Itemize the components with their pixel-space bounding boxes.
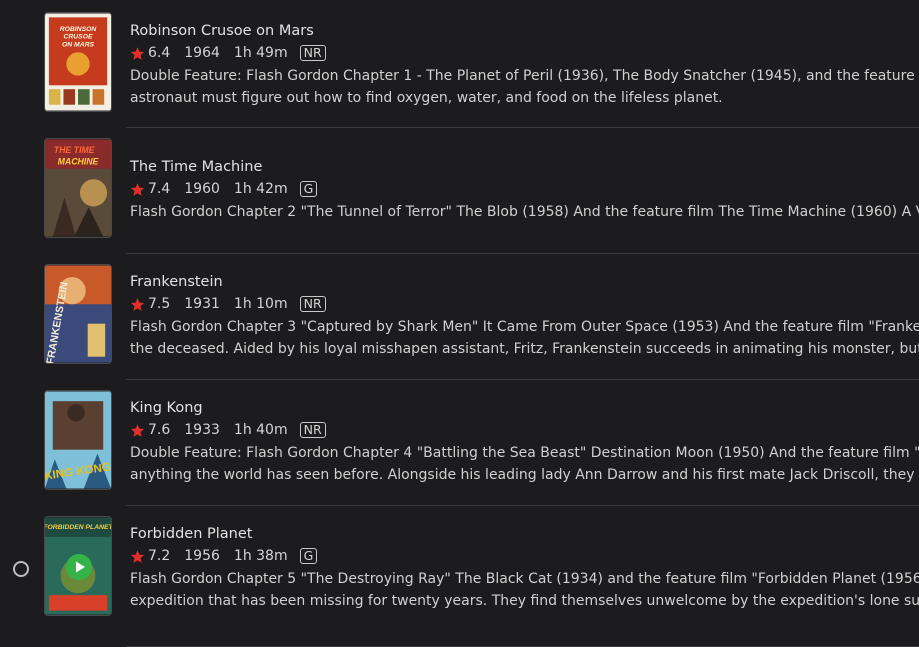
- movie-meta: 6.4 1964 1h 49m NR: [130, 44, 919, 62]
- movie-info: Frankenstein 7.5 1931 1h 10m NR Flash Go…: [130, 264, 919, 360]
- content-rating-badge: NR: [299, 296, 326, 312]
- poster-art: KING KONG: [45, 391, 111, 489]
- star-icon: [130, 549, 145, 563]
- movie-description-line: anything the world has seen before. Alon…: [130, 467, 919, 483]
- svg-text:MACHINE: MACHINE: [58, 157, 100, 167]
- movie-runtime: 1h 10m: [233, 296, 288, 312]
- star-icon: [130, 297, 145, 311]
- svg-text:ON MARS: ON MARS: [62, 41, 94, 48]
- movie-score: 7.4: [148, 181, 171, 197]
- star-icon: [130, 423, 145, 437]
- svg-text:FORBIDDEN PLANET: FORBIDDEN PLANET: [45, 524, 111, 531]
- svg-text:THE TIME: THE TIME: [54, 145, 96, 155]
- poster-art: THE TIME MACHINE: [45, 139, 111, 237]
- movie-title[interactable]: The Time Machine: [130, 158, 919, 176]
- movie-row[interactable]: ROBINSON CRUSOE ON MARS Robinson Crusoe …: [0, 12, 919, 138]
- movie-poster[interactable]: ROBINSON CRUSOE ON MARS: [44, 12, 112, 112]
- content-rating-badge: NR: [299, 45, 326, 61]
- movie-description-line: Flash Gordon Chapter 5 "The Destroying R…: [130, 571, 919, 587]
- movie-info: King Kong 7.6 1933 1h 40m NR Double Feat…: [130, 390, 919, 486]
- movie-poster[interactable]: KING KONG: [44, 390, 112, 490]
- content-rating-badge: G: [299, 548, 318, 564]
- movie-description-line: the deceased. Aided by his loyal misshap…: [130, 341, 919, 357]
- movie-row[interactable]: FORBIDDEN PLANET Forbidden Planet 7.2 19…: [0, 516, 919, 647]
- movie-row[interactable]: KING KONG King Kong 7.6 1933 1h 40m NR D…: [0, 390, 919, 516]
- movie-meta: 7.5 1931 1h 10m NR: [130, 295, 919, 313]
- svg-text:CRUSOE: CRUSOE: [63, 34, 92, 41]
- movie-poster[interactable]: FORBIDDEN PLANET: [44, 516, 112, 616]
- movie-runtime: 1h 49m: [233, 45, 288, 61]
- poster-art: ROBINSON CRUSOE ON MARS: [45, 13, 111, 111]
- movie-meta: 7.4 1960 1h 42m G: [130, 180, 919, 198]
- play-icon: [76, 561, 85, 573]
- movie-description-line: Double Feature: Flash Gordon Chapter 1 -…: [130, 68, 919, 84]
- movie-year: 1964: [184, 45, 220, 61]
- movie-description-line: Double Feature: Flash Gordon Chapter 4 "…: [130, 445, 919, 461]
- movie-title[interactable]: Forbidden Planet: [130, 525, 919, 543]
- movie-title[interactable]: Frankenstein: [130, 273, 919, 291]
- movie-score: 7.5: [148, 296, 171, 312]
- row-divider: [126, 379, 919, 380]
- movie-description-line: expedition that has been missing for twe…: [130, 593, 919, 609]
- movie-info: The Time Machine 7.4 1960 1h 42m G Flash…: [130, 138, 919, 223]
- movie-row[interactable]: THE TIME MACHINE The Time Machine 7.4 19…: [0, 138, 919, 264]
- movie-year: 1956: [184, 548, 220, 564]
- movie-title[interactable]: Robinson Crusoe on Mars: [130, 22, 919, 40]
- movie-score: 6.4: [148, 45, 171, 61]
- play-button[interactable]: [66, 554, 92, 580]
- movie-score: 7.6: [148, 422, 171, 438]
- movie-row[interactable]: FRANKENSTEIN Frankenstein 7.5 1931 1h 10…: [0, 264, 919, 390]
- select-circle[interactable]: [13, 561, 29, 577]
- content-rating-badge: G: [299, 181, 318, 197]
- svg-text:ROBINSON: ROBINSON: [60, 26, 98, 33]
- star-icon: [130, 182, 145, 196]
- row-divider: [126, 505, 919, 506]
- movie-year: 1960: [184, 181, 220, 197]
- content-rating-badge: NR: [299, 422, 326, 438]
- movie-description-line: Flash Gordon Chapter 2 "The Tunnel of Te…: [130, 204, 919, 220]
- movie-meta: 7.6 1933 1h 40m NR: [130, 421, 919, 439]
- movie-runtime: 1h 38m: [233, 548, 288, 564]
- movie-info: Forbidden Planet 7.2 1956 1h 38m G Flash…: [130, 516, 919, 612]
- movie-score: 7.2: [148, 548, 171, 564]
- movie-runtime: 1h 42m: [233, 181, 288, 197]
- movie-runtime: 1h 40m: [233, 422, 288, 438]
- movie-list: ROBINSON CRUSOE ON MARS Robinson Crusoe …: [0, 0, 919, 647]
- row-divider: [126, 127, 919, 128]
- movie-description-line: Flash Gordon Chapter 3 "Captured by Shar…: [130, 319, 919, 335]
- movie-meta: 7.2 1956 1h 38m G: [130, 547, 919, 565]
- movie-info: Robinson Crusoe on Mars 6.4 1964 1h 49m …: [130, 12, 919, 109]
- movie-year: 1933: [184, 422, 220, 438]
- movie-description-line: astronaut must figure out how to find ox…: [130, 90, 723, 106]
- poster-art: FRANKENSTEIN: [45, 265, 111, 363]
- row-divider: [126, 253, 919, 254]
- movie-title[interactable]: King Kong: [130, 399, 919, 417]
- movie-year: 1931: [184, 296, 220, 312]
- star-icon: [130, 46, 145, 60]
- movie-poster[interactable]: THE TIME MACHINE: [44, 138, 112, 238]
- movie-poster[interactable]: FRANKENSTEIN: [44, 264, 112, 364]
